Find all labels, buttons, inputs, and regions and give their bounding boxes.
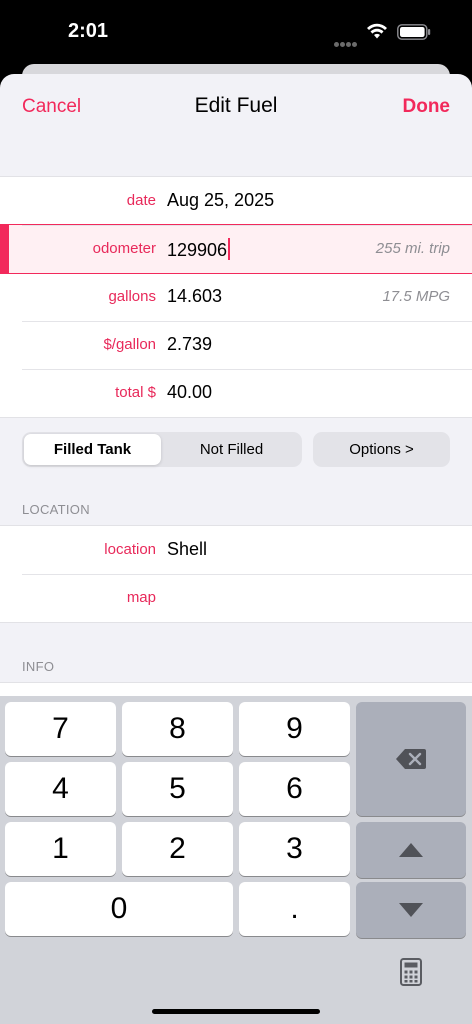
location-value[interactable]: Shell — [167, 539, 207, 560]
triangle-down-icon — [399, 903, 423, 917]
date-row[interactable]: date Aug 25, 2025 — [0, 177, 472, 225]
delete-button[interactable] — [356, 702, 466, 816]
odometer-row[interactable]: odometer 129906 255 mi. trip — [0, 224, 472, 274]
key-9[interactable]: 9 — [239, 702, 350, 756]
status-time: 2:01 — [68, 20, 109, 42]
text-cursor — [228, 238, 231, 260]
gallons-label: gallons — [108, 288, 156, 305]
delete-backward-icon — [396, 749, 426, 769]
numeric-keypad: 7 8 9 4 5 6 1 2 3 0 . — [0, 696, 472, 1024]
key-0[interactable]: 0 — [5, 882, 233, 936]
key-3[interactable]: 3 — [239, 822, 350, 876]
trip-distance-hint: 255 mi. trip — [375, 240, 450, 257]
fuel-fields-group: date Aug 25, 2025 odometer 129906 255 mi… — [0, 176, 472, 418]
odometer-value: 129906 — [167, 240, 228, 260]
price-per-gallon-label: $/gallon — [103, 336, 156, 353]
price-per-gallon-value[interactable]: 2.739 — [167, 334, 212, 355]
tank-segmented-control: Filled Tank Not Filled — [22, 432, 302, 467]
cellular-icon — [334, 34, 360, 47]
location-group: location Shell map — [0, 525, 472, 623]
key-7[interactable]: 7 — [5, 702, 116, 756]
key-8[interactable]: 8 — [122, 702, 233, 756]
date-label: date — [126, 192, 156, 209]
key-4[interactable]: 4 — [5, 762, 116, 816]
key-decimal[interactable]: . — [239, 882, 350, 936]
odometer-input[interactable]: 129906 — [167, 238, 231, 261]
location-label: location — [104, 541, 156, 558]
info-section-header: INFO — [22, 659, 55, 674]
not-filled-segment[interactable]: Not Filled — [163, 434, 300, 465]
gallons-row[interactable]: gallons 14.603 17.5 MPG — [0, 273, 472, 321]
key-1[interactable]: 1 — [5, 822, 116, 876]
previous-field-button[interactable] — [356, 822, 466, 878]
filled-tank-segment[interactable]: Filled Tank — [24, 434, 161, 465]
wifi-icon — [367, 23, 387, 39]
location-section-header: LOCATION — [22, 502, 90, 517]
home-indicator — [152, 1009, 320, 1014]
odometer-label: odometer — [92, 240, 156, 257]
navigation-bar: Cancel Edit Fuel Done — [0, 74, 472, 138]
date-value[interactable]: Aug 25, 2025 — [167, 190, 274, 211]
active-field-indicator — [0, 225, 9, 273]
triangle-up-icon — [399, 843, 423, 857]
mpg-hint: 17.5 MPG — [382, 288, 450, 305]
price-per-gallon-row[interactable]: $/gallon 2.739 — [0, 321, 472, 369]
key-6[interactable]: 6 — [239, 762, 350, 816]
calculator-icon[interactable] — [400, 958, 422, 986]
location-row[interactable]: location Shell — [0, 526, 472, 574]
key-5[interactable]: 5 — [122, 762, 233, 816]
total-value[interactable]: 40.00 — [167, 382, 212, 403]
key-2[interactable]: 2 — [122, 822, 233, 876]
done-button[interactable]: Done — [403, 96, 451, 118]
total-row[interactable]: total $ 40.00 — [0, 369, 472, 417]
status-bar: 2:01 — [0, 0, 472, 62]
next-field-button[interactable] — [356, 882, 466, 938]
gallons-value[interactable]: 14.603 — [167, 286, 222, 307]
options-button[interactable]: Options > — [313, 432, 450, 467]
map-row[interactable]: map — [0, 574, 472, 622]
page-title: Edit Fuel — [194, 94, 278, 117]
total-label: total $ — [115, 384, 156, 401]
battery-icon — [397, 24, 431, 40]
map-label: map — [126, 589, 156, 606]
